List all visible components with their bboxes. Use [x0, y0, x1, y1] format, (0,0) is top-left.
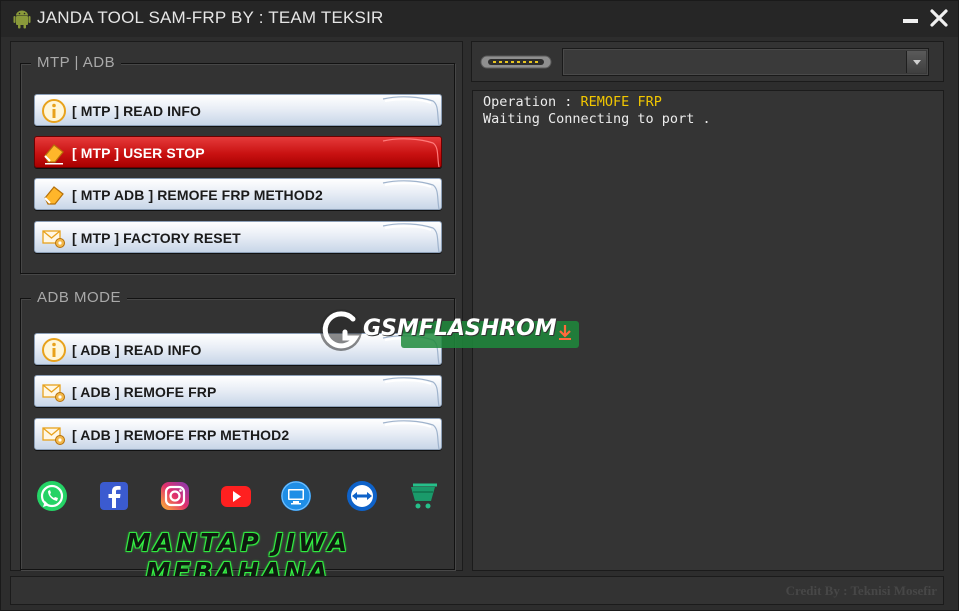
mtp-adb-remove-frp-method2-button[interactable]: [ MTP ADB ] REMOFE FRP METHOD2 [34, 178, 442, 210]
app-window: JANDA TOOL SAM-FRP BY : TEAM TEKSIR MTP … [0, 0, 959, 611]
button-label: [ MTP ] FACTORY RESET [72, 230, 241, 246]
swirl-decoration [382, 180, 440, 209]
swirl-decoration [382, 138, 440, 167]
remote-desktop-icon[interactable] [279, 479, 313, 513]
log-operation-value: REMOFE FRP [580, 94, 662, 110]
whatsapp-icon[interactable] [35, 479, 69, 513]
minimize-button[interactable] [899, 7, 921, 29]
title-bar[interactable]: JANDA TOOL SAM-FRP BY : TEAM TEKSIR [1, 1, 958, 37]
mtp-read-info-button[interactable]: [ MTP ] READ INFO [34, 94, 442, 126]
close-icon [930, 9, 948, 27]
facebook-icon[interactable] [97, 479, 131, 513]
mail-gear-icon [42, 384, 65, 402]
log-line-operation: Operation : REMOFE FRP [483, 94, 933, 111]
adb-mode-legend: ADB MODE [31, 289, 128, 306]
usb-port-icon [480, 55, 552, 69]
info-icon [42, 99, 66, 123]
swirl-decoration [382, 223, 440, 252]
port-bar [471, 41, 944, 82]
mtp-adb-group: MTP | ADB [ MTP ] READ INFO [ MTP ] USER… [20, 54, 455, 274]
mail-gear-icon [42, 230, 65, 248]
port-select[interactable] [562, 48, 929, 76]
android-icon [13, 10, 31, 29]
banner-text: MANTAP JIWA MEBAHANA [125, 528, 351, 586]
swirl-decoration [382, 420, 440, 449]
button-label: [ MTP ] READ INFO [72, 103, 201, 119]
chevron-down-icon[interactable] [906, 51, 926, 73]
swirl-decoration [382, 96, 440, 125]
eraser-icon [44, 144, 64, 165]
log-operation-label: Operation : [483, 94, 581, 110]
info-icon [42, 338, 66, 362]
youtube-icon[interactable] [219, 479, 253, 513]
adb-remove-frp-button[interactable]: [ ADB ] REMOFE FRP [34, 375, 442, 407]
swirl-decoration [382, 377, 440, 406]
button-label: [ ADB ] READ INFO [72, 342, 202, 358]
log-line-status: Waiting Connecting to port . [483, 111, 711, 127]
close-button[interactable] [928, 7, 950, 29]
mtp-factory-reset-button[interactable]: [ MTP ] FACTORY RESET [34, 221, 442, 253]
teamviewer-icon[interactable] [345, 479, 379, 513]
shop-cart-icon[interactable] [407, 479, 441, 513]
watermark-text: GSMFLASHROM [363, 316, 557, 341]
credit-text: Credit By : Teknisi Mosefir [785, 583, 937, 598]
minimize-icon [902, 19, 918, 23]
watermark-logo: GSMFLASHROM [317, 305, 581, 355]
instagram-icon[interactable] [158, 479, 192, 513]
mail-gear-icon [42, 427, 65, 445]
button-label: [ MTP ] USER STOP [72, 145, 205, 161]
button-label: [ ADB ] REMOFE FRP [72, 384, 217, 400]
window-title: JANDA TOOL SAM-FRP BY : TEAM TEKSIR [37, 8, 384, 27]
mtp-adb-legend: MTP | ADB [31, 54, 122, 71]
button-label: [ MTP ADB ] REMOFE FRP METHOD2 [72, 187, 323, 203]
button-label: [ ADB ] REMOFE FRP METHOD2 [72, 427, 290, 443]
adb-remove-frp-method2-button[interactable]: [ ADB ] REMOFE FRP METHOD2 [34, 418, 442, 450]
status-bar: Credit By : Teknisi Mosefir [10, 576, 944, 605]
mtp-user-stop-button[interactable]: [ MTP ] USER STOP [34, 136, 442, 168]
eraser-icon [44, 186, 64, 205]
